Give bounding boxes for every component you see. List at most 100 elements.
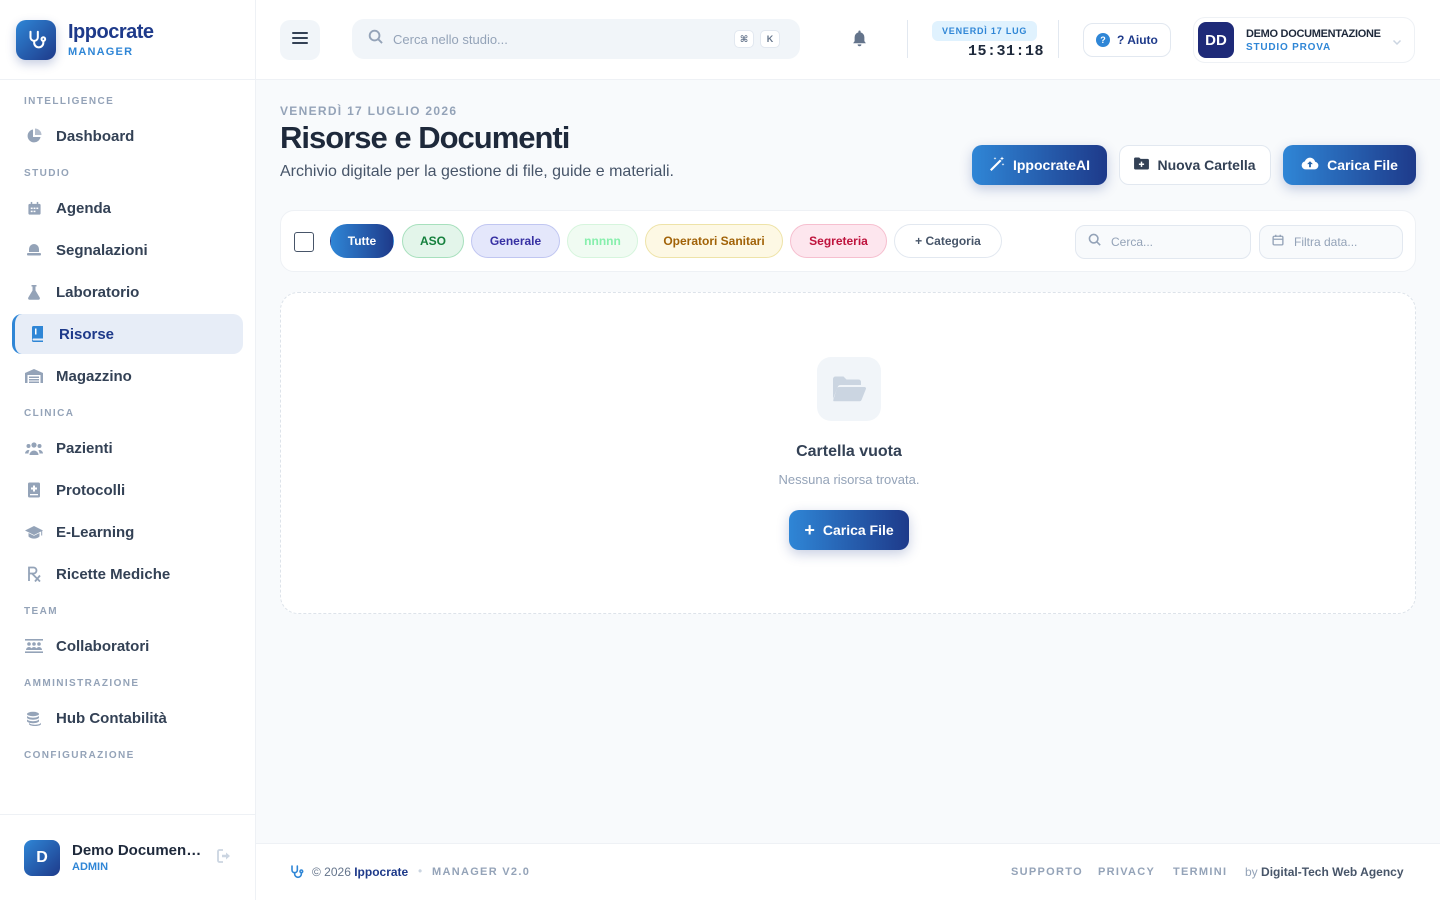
date-filter[interactable] [1259, 225, 1414, 259]
sidebar-item-segnalazioni[interactable]: Segnalazioni [12, 230, 243, 270]
help-label: ? Aiuto [1117, 33, 1158, 47]
upload-file-button[interactable]: Carica File [1283, 145, 1416, 185]
pie-chart-icon [24, 126, 44, 146]
footer-link-supporto[interactable]: SUPPORTO [1011, 866, 1083, 878]
footer-agency: Digital-Tech Web Agency [1261, 865, 1404, 879]
graduation-cap-icon [24, 522, 44, 542]
help-icon: ? [1096, 33, 1110, 47]
sidebar-item-magazzino[interactable]: Magazzino [12, 356, 243, 396]
category-chip-operatori-sanitari[interactable]: Operatori Sanitari [645, 224, 783, 258]
sidebar-item-e-learning[interactable]: E-Learning [12, 512, 243, 552]
sidebar-item-label: Dashboard [56, 127, 135, 145]
sidebar-item-label: Ricette Mediche [56, 565, 171, 583]
resource-search[interactable] [1075, 225, 1251, 259]
chip-label: Tutte [347, 234, 377, 248]
sidebar-item-ricette[interactable]: Ricette Mediche [12, 554, 243, 594]
help-button[interactable]: ? ? Aiuto [1083, 23, 1171, 57]
footer-separator: • [418, 864, 423, 878]
ippocrate-ai-label: IppocrateAI [1012, 157, 1090, 173]
sidebar: Ippocrate MANAGER INTELLIGENCE Dashboard… [0, 0, 256, 900]
user-role: ADMIN [72, 861, 109, 873]
kbd-cmd: ⌘ [734, 30, 754, 48]
menu-toggle-button[interactable] [280, 20, 320, 60]
sidebar-item-protocolli[interactable]: Protocolli [12, 470, 243, 510]
footer: © 2026 Ippocrate • MANAGER V2.0 SUPPORTO… [256, 843, 1440, 900]
empty-subtitle: Nessuna risorsa trovata. [778, 472, 920, 487]
studio-sub: STUDIO PROVA [1246, 41, 1331, 53]
chip-label: ASO [419, 234, 446, 248]
nav-section-title: CLINICA [24, 408, 75, 419]
folder-open-icon [817, 357, 881, 421]
ippocrate-ai-button[interactable]: IppocrateAI [972, 145, 1107, 185]
chip-label: Operatori Sanitari [663, 234, 765, 248]
sidebar-item-pazienti[interactable]: Pazienti [12, 428, 243, 468]
search-icon [1088, 233, 1101, 251]
sidebar-item-label: Laboratorio [56, 283, 140, 301]
footer-link-termini[interactable]: TERMINI [1173, 866, 1227, 878]
footer-by: by [1245, 865, 1258, 879]
date-filter-input[interactable] [1294, 235, 1414, 249]
team-icon [24, 636, 44, 656]
sidebar-item-hub-contabilita[interactable]: Hub Contabilità [12, 698, 243, 738]
sidebar-nav: INTELLIGENCE Dashboard STUDIO Agenda Seg… [0, 80, 255, 764]
new-folder-label: Nuova Cartella [1157, 157, 1256, 173]
calendar-icon [1272, 233, 1284, 251]
new-folder-button[interactable]: Nuova Cartella [1119, 145, 1271, 185]
sidebar-item-dashboard[interactable]: Dashboard [12, 116, 243, 156]
chip-label: nnnnn [584, 234, 621, 248]
category-chip-segreteria[interactable]: Segreteria [790, 224, 887, 258]
sidebar-user[interactable]: D Demo Documentazione ADMIN [0, 814, 255, 900]
category-chip-aso[interactable]: ASO [402, 224, 464, 258]
footer-version: MANAGER V2.0 [432, 866, 531, 878]
divider [907, 20, 908, 58]
chip-label: Generale [489, 234, 542, 248]
sidebar-item-label: Segnalazioni [56, 241, 148, 259]
studio-switcher[interactable]: DD DEMO DOCUMENTAZIONE STUDIO PROVA [1193, 17, 1415, 63]
folder-plus-icon [1134, 157, 1157, 173]
brand-sub: MANAGER [68, 46, 134, 58]
select-all-checkbox[interactable] [294, 232, 314, 252]
topbar: ⌘ K VENERDÌ 17 LUG 15:31:18 ? ? Aiuto DD… [256, 0, 1440, 80]
sidebar-item-label: Agenda [56, 199, 112, 217]
date-badge: VENERDÌ 17 LUG [932, 21, 1038, 41]
category-chip-tutte[interactable]: Tutte [330, 224, 394, 258]
sidebar-item-collaboratori[interactable]: Collaboratori [12, 626, 243, 666]
nav-section-title: AMMINISTRAZIONE [24, 678, 140, 689]
notifications-bell-icon[interactable] [852, 30, 867, 52]
add-category-button[interactable]: + Categoria [894, 224, 1002, 258]
footer-credit[interactable]: by Digital-Tech Web Agency [1245, 865, 1404, 879]
nav-section-title: TEAM [24, 606, 58, 617]
category-chip-generale[interactable]: Generale [471, 224, 560, 258]
footer-link-privacy[interactable]: PRIVACY [1098, 866, 1155, 878]
brand[interactable]: Ippocrate MANAGER [0, 0, 255, 80]
sidebar-item-agenda[interactable]: Agenda [12, 188, 243, 228]
chip-label: Segreteria [809, 234, 868, 248]
brand-name: Ippocrate [68, 21, 154, 43]
studio-name: DEMO DOCUMENTAZIONE [1246, 27, 1381, 40]
stethoscope-logo-icon [16, 19, 56, 60]
empty-state: Cartella vuota Nessuna risorsa trovata. … [280, 292, 1416, 614]
page-date: VENERDÌ 17 LUGLIO 2026 [280, 104, 458, 118]
sidebar-item-label: Pazienti [56, 439, 113, 457]
divider [1058, 20, 1059, 58]
category-chip-nnnnn[interactable]: nnnnn [567, 224, 638, 258]
sidebar-item-label: Protocolli [56, 481, 126, 499]
calendar-icon [24, 198, 44, 218]
sidebar-item-label: E-Learning [56, 523, 135, 541]
chip-label: + Categoria [915, 234, 981, 248]
avatar: D [24, 839, 60, 876]
empty-upload-label: Carica File [822, 522, 894, 538]
search-input[interactable] [393, 31, 713, 47]
clock: 15:31:18 [968, 43, 1045, 60]
nav-section-title: STUDIO [24, 168, 71, 179]
medical-book-icon [24, 480, 44, 500]
empty-upload-button[interactable]: + Carica File [789, 510, 909, 550]
plus-icon: + [804, 520, 815, 540]
studio-avatar: DD [1198, 22, 1234, 58]
global-search[interactable]: ⌘ K [352, 19, 800, 59]
sidebar-item-risorse[interactable]: Risorse [12, 314, 243, 354]
logout-icon[interactable] [217, 849, 233, 868]
resource-search-input[interactable] [1111, 235, 1231, 249]
sidebar-item-laboratorio[interactable]: Laboratorio [12, 272, 243, 312]
search-icon [368, 29, 383, 49]
